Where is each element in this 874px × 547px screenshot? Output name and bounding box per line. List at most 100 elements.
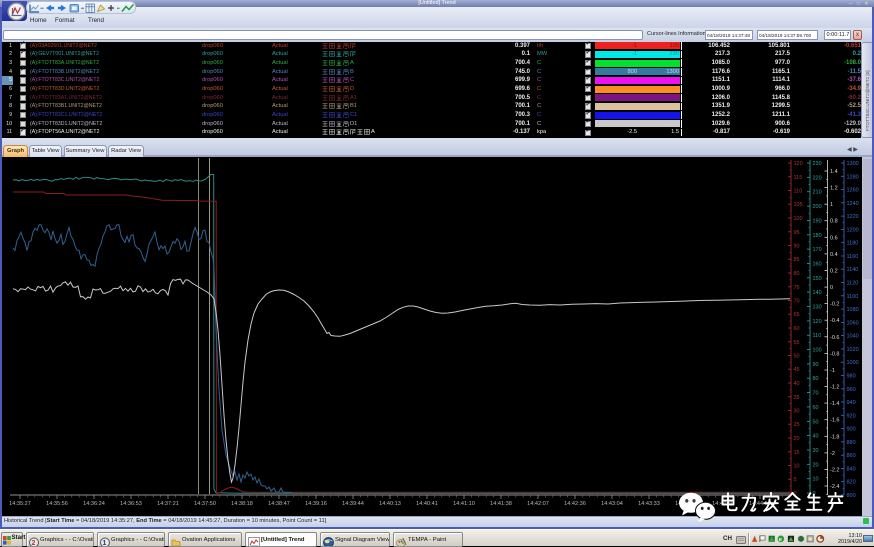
svg-text:190: 190	[813, 218, 822, 224]
svg-text:14:35:56: 14:35:56	[46, 501, 68, 507]
svg-text:70: 70	[813, 391, 819, 397]
svg-text:30: 30	[813, 448, 819, 454]
svg-text:130: 130	[813, 305, 822, 311]
svg-text:-1.4: -1.4	[830, 401, 839, 407]
svg-text:35: 35	[794, 395, 800, 401]
svg-text:1080: 1080	[847, 307, 859, 313]
svg-text:1280: 1280	[847, 174, 859, 180]
svg-text:110: 110	[813, 333, 822, 339]
svg-text:50: 50	[813, 419, 819, 425]
svg-text:14:42:36: 14:42:36	[564, 501, 586, 507]
svg-text:220: 220	[813, 175, 822, 181]
svg-text:95: 95	[794, 230, 800, 236]
svg-text:140: 140	[813, 290, 822, 296]
svg-text:30: 30	[794, 409, 800, 415]
svg-text:10: 10	[813, 477, 819, 483]
svg-text:-1.8: -1.8	[830, 434, 839, 440]
svg-text:-0.6: -0.6	[830, 335, 839, 341]
svg-text:1180: 1180	[847, 241, 859, 247]
svg-text:85: 85	[794, 257, 800, 263]
svg-text:80: 80	[794, 271, 800, 277]
svg-text:55: 55	[794, 340, 800, 346]
svg-text:25: 25	[794, 422, 800, 428]
svg-text:0.4: 0.4	[830, 252, 838, 258]
svg-text:820: 820	[847, 480, 856, 486]
svg-text:230: 230	[813, 161, 822, 167]
svg-text:-2.2: -2.2	[830, 467, 839, 473]
svg-text:65: 65	[794, 312, 800, 318]
svg-text:880: 880	[847, 440, 856, 446]
svg-text:0: 0	[830, 285, 833, 291]
svg-text:210: 210	[813, 190, 822, 196]
svg-text:14:39:44: 14:39:44	[342, 501, 364, 507]
svg-text:860: 860	[847, 453, 856, 459]
svg-text:0.2: 0.2	[830, 269, 838, 275]
svg-text:15: 15	[794, 450, 800, 456]
svg-text:960: 960	[847, 387, 856, 393]
svg-text:14:38:18: 14:38:18	[231, 501, 253, 507]
svg-text:14:40:41: 14:40:41	[416, 501, 438, 507]
svg-text:115: 115	[794, 175, 803, 181]
svg-text:80: 80	[813, 376, 819, 382]
svg-text:0.6: 0.6	[830, 235, 838, 241]
svg-text:1020: 1020	[847, 347, 859, 353]
svg-text:10: 10	[794, 464, 800, 470]
svg-text:105: 105	[794, 202, 803, 208]
svg-text:-2.4: -2.4	[830, 484, 839, 490]
svg-text:1: 1	[103, 540, 107, 547]
svg-text:-1.6: -1.6	[830, 418, 839, 424]
svg-text:110: 110	[794, 189, 803, 195]
svg-text:-0.2: -0.2	[830, 302, 839, 308]
svg-text:70: 70	[794, 299, 800, 305]
svg-text:14:42:07: 14:42:07	[527, 501, 549, 507]
svg-text:40: 40	[813, 434, 819, 440]
svg-text:1260: 1260	[847, 188, 859, 194]
svg-text:1.2: 1.2	[830, 186, 838, 192]
svg-text:160: 160	[813, 261, 822, 267]
svg-text:980: 980	[847, 374, 856, 380]
svg-text:-1.2: -1.2	[830, 385, 839, 391]
svg-text:14:37:50: 14:37:50	[194, 501, 216, 507]
svg-text:-1: -1	[830, 368, 835, 374]
svg-text:1120: 1120	[847, 281, 859, 287]
svg-text:60: 60	[794, 326, 800, 332]
svg-text:e: e	[779, 537, 782, 543]
svg-text:14:38:47: 14:38:47	[268, 501, 290, 507]
svg-text:1240: 1240	[847, 201, 859, 207]
svg-text:20: 20	[794, 436, 800, 442]
svg-text:1060: 1060	[847, 320, 859, 326]
svg-text:50: 50	[794, 354, 800, 360]
svg-text:-0.4: -0.4	[830, 318, 839, 324]
svg-text:1: 1	[830, 202, 833, 208]
svg-text:14:41:38: 14:41:38	[490, 501, 512, 507]
svg-text:60: 60	[813, 405, 819, 411]
svg-text:14:43:04: 14:43:04	[601, 501, 623, 507]
svg-text:120: 120	[813, 319, 822, 325]
svg-text:40: 40	[794, 381, 800, 387]
svg-text:1220: 1220	[847, 214, 859, 220]
svg-text:100: 100	[813, 348, 822, 354]
svg-text:940: 940	[847, 400, 856, 406]
svg-text:75: 75	[794, 285, 800, 291]
svg-text:180: 180	[813, 233, 822, 239]
svg-text:14:40:13: 14:40:13	[379, 501, 401, 507]
svg-text:2: 2	[32, 540, 36, 547]
svg-text:1200: 1200	[847, 227, 859, 233]
svg-text:14:35:27: 14:35:27	[9, 501, 31, 507]
svg-text:90: 90	[794, 244, 800, 250]
svg-text:-0.8: -0.8	[830, 351, 839, 357]
svg-text:20: 20	[813, 462, 819, 468]
svg-text:1000: 1000	[847, 360, 859, 366]
svg-text:5: 5	[794, 477, 797, 483]
svg-text:840: 840	[847, 466, 856, 472]
svg-text:14:36:53: 14:36:53	[120, 501, 142, 507]
svg-text:1300: 1300	[847, 161, 859, 167]
svg-text:1040: 1040	[847, 334, 859, 340]
svg-text:1.4: 1.4	[830, 169, 838, 175]
svg-text:100: 100	[794, 216, 803, 222]
svg-text:14:36:24: 14:36:24	[83, 501, 105, 507]
svg-text:120: 120	[794, 161, 803, 167]
svg-text:14:37:21: 14:37:21	[157, 501, 179, 507]
svg-text:14:39:16: 14:39:16	[305, 501, 327, 507]
svg-text:920: 920	[847, 413, 856, 419]
